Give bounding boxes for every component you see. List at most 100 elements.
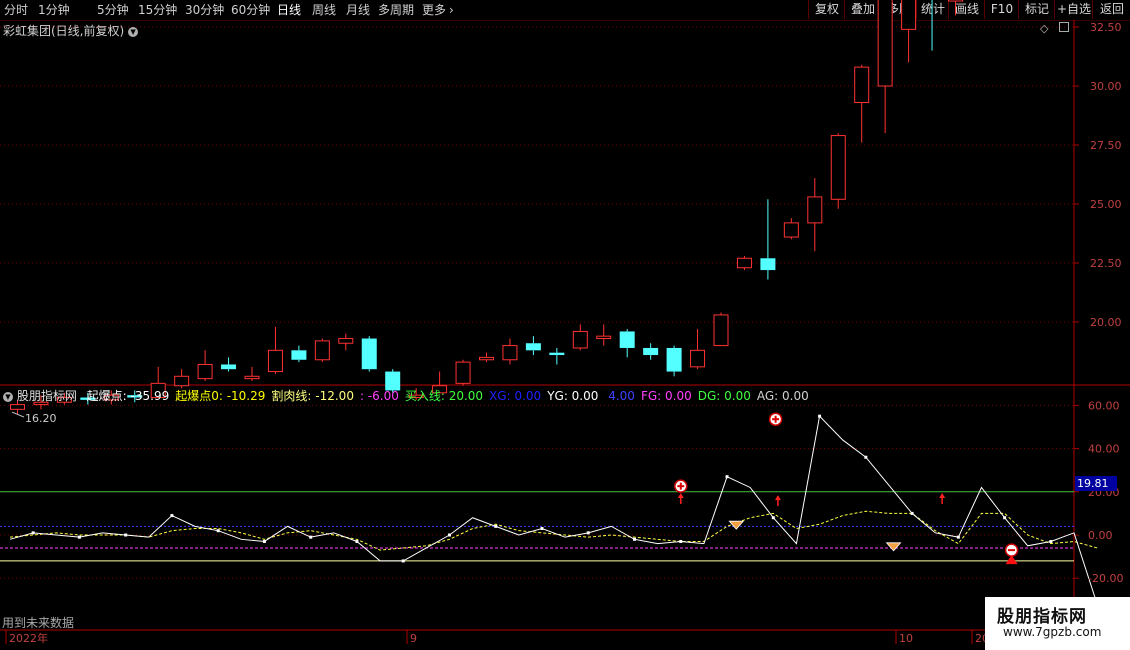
white-series-dot [77, 535, 81, 539]
price-tick-label: 30.00 [1090, 80, 1122, 93]
current-value-tag: 19.81 [1075, 476, 1117, 491]
candle [643, 343, 659, 360]
candle-body-down [291, 350, 307, 360]
white-series-dot [355, 539, 359, 543]
white-series-dot [864, 455, 868, 459]
candle [572, 324, 588, 351]
candle [736, 255, 752, 271]
candle-body-up [338, 338, 354, 344]
indicator-value-5: XG: 0.00 [489, 389, 542, 403]
white-series-dot [679, 539, 683, 543]
candle [783, 218, 799, 240]
indicator-value-6: YG: 0.00 [547, 389, 599, 403]
candle [338, 333, 354, 351]
white-series-dot [447, 533, 451, 537]
white-series-dot [124, 533, 128, 537]
white-series-dot [494, 524, 498, 528]
time-tick-label: 10 [899, 632, 913, 645]
white-series-dot [170, 514, 174, 518]
candle-body-up [830, 135, 846, 200]
white-series-dot [633, 537, 637, 541]
candle-body-up [783, 222, 799, 238]
up-arrow-icon [939, 492, 946, 498]
candle [901, 0, 917, 63]
main-panel-title: 彩虹集团(日线,前复权) ▼ [3, 22, 139, 39]
future-data-note: 用到未来数据 [2, 616, 75, 630]
candle [666, 345, 682, 377]
candle-body-up [479, 356, 494, 361]
white-series-dot [540, 527, 544, 531]
indicator-tick-label: 0.00 [1088, 529, 1113, 542]
indicator-values: 起爆点: -35.99 起爆点0: -10.29 割肉线: -12.00: -6.0… [81, 389, 809, 403]
white-series-dot [771, 516, 775, 520]
indicator-name[interactable]: 股朋指标网 [17, 389, 77, 403]
indicator-value-1: 起爆点0: -10.29 [175, 389, 266, 403]
candle [479, 352, 494, 363]
candle-body-down [361, 338, 377, 370]
candle-body-up [807, 196, 823, 224]
indicator-value-2: 割肉线: -12.00 [271, 389, 354, 403]
candle-body-up [877, 0, 893, 87]
white-series-dot [956, 535, 960, 539]
candle-body-up [174, 375, 190, 387]
indicator-series [9, 414, 1098, 605]
candle [244, 366, 260, 381]
window-toggle-icon[interactable] [1059, 22, 1069, 32]
low-price-label: 16.20 [25, 412, 57, 425]
candle-body-down [619, 331, 635, 348]
candle [596, 324, 612, 346]
candle [690, 329, 706, 370]
indicator-value-9: DG: 0.00 [697, 389, 751, 403]
candle [361, 336, 377, 372]
red-triangle-icon [1005, 555, 1018, 565]
candle-body-up [901, 0, 917, 30]
candle [455, 359, 471, 386]
candle [221, 357, 237, 372]
price-tick-label: 20.00 [1090, 316, 1122, 329]
candle [807, 178, 823, 252]
time-tick-label: 9 [410, 632, 417, 645]
white-series-dot [309, 535, 313, 539]
candle-body-up [713, 314, 729, 347]
candlestick-series [10, 0, 963, 415]
candle-body-up [314, 340, 330, 361]
candle-body-up [854, 66, 870, 104]
candle-body-down [666, 347, 682, 372]
candle [314, 338, 330, 363]
candle [525, 336, 541, 356]
white-series-dot [818, 414, 822, 418]
candle [877, 0, 893, 134]
yellow-dashed-series [9, 510, 1098, 551]
candle [619, 329, 635, 358]
diamond-sell-icon [885, 542, 902, 552]
white-series-dot [1003, 516, 1007, 520]
candle-body-down [760, 258, 776, 271]
candle-body-up [244, 375, 260, 380]
candle-body-up [267, 349, 283, 373]
indicator-tick-label: -20.00 [1088, 572, 1123, 585]
candle [267, 326, 283, 374]
candle-body-up [572, 330, 588, 349]
white-series-dot [216, 529, 220, 533]
candle [502, 338, 518, 365]
indicator-title-bar: ▼ 股朋指标网 起爆点: -35.99 起爆点0: -10.29 割肉线: -12.… [3, 387, 809, 404]
candle-body-up [197, 363, 213, 380]
watermark-logo: 股朋指标网 www.7gpzb.com [985, 597, 1130, 650]
candle-body-up [10, 404, 25, 410]
white-series-dot [725, 475, 729, 479]
white-series-dot [262, 539, 266, 543]
diamond-icon[interactable]: ◇ [1040, 22, 1048, 35]
candle-body-up [596, 335, 612, 340]
up-arrow-icon [677, 492, 684, 498]
chevron-down-icon[interactable]: ▼ [3, 391, 13, 402]
kline-chart[interactable]: 40.0037.5035.0032.5030.0027.5025.0022.50… [0, 0, 1130, 650]
candle-body-up [690, 349, 706, 368]
chevron-down-icon[interactable]: ▼ [128, 26, 139, 37]
candle-body-down [525, 343, 541, 351]
indicator-value-0: 起爆点: -35.99 [86, 389, 170, 403]
candle [948, 0, 963, 16]
candle [174, 369, 190, 389]
price-tick-label: 22.50 [1090, 257, 1122, 270]
white-series-dot [586, 531, 590, 535]
candle-body-down [549, 352, 565, 356]
